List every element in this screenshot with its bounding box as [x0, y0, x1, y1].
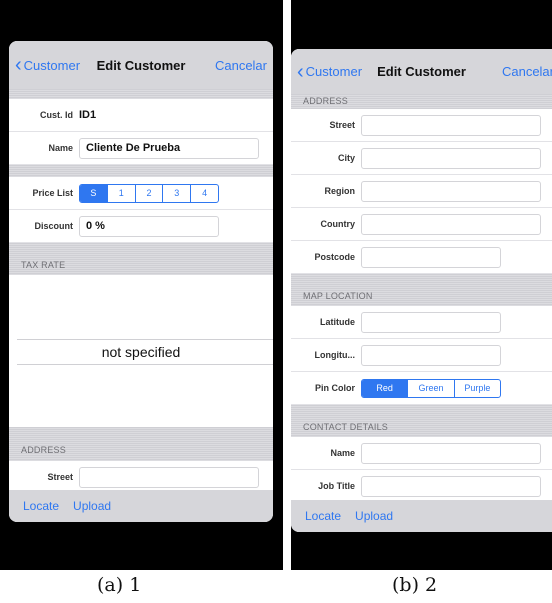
- name-label: Name: [48, 143, 73, 153]
- city-label: City: [337, 153, 355, 163]
- region-field[interactable]: [361, 180, 541, 202]
- contact-name-field[interactable]: [361, 442, 541, 464]
- chevron-left-icon: ‹: [15, 54, 22, 76]
- cust-id-label: Cust. Id: [40, 110, 73, 120]
- street-label: Street: [329, 120, 355, 130]
- postcode-label: Postcode: [314, 252, 355, 262]
- name-field[interactable]: Cliente De Prueba: [79, 137, 259, 159]
- discount-row: Discount 0 %: [9, 210, 273, 243]
- price-list-option-4[interactable]: 4: [190, 184, 218, 202]
- picker-selection-line-top: [17, 339, 273, 340]
- city-field[interactable]: [361, 147, 541, 169]
- caption-b: (b) 2: [392, 574, 438, 596]
- pin-color-option-purple[interactable]: Purple: [453, 379, 500, 397]
- cust-id-row: Cust. Id ID1: [9, 99, 273, 132]
- price-list-label: Price List: [32, 188, 73, 198]
- navigation-bar: ‹ Customer Edit Customer Cancelar: [9, 41, 273, 89]
- back-button[interactable]: ‹ Customer: [297, 62, 362, 82]
- latitude-row: Latitude: [291, 306, 552, 339]
- bottom-toolbar: Locate Upload: [9, 490, 273, 522]
- country-field[interactable]: [361, 213, 541, 235]
- contact-name-row: Name: [291, 437, 552, 470]
- navigation-bar: ‹ Customer Edit Customer Cancelar: [291, 49, 552, 94]
- upload-button[interactable]: Upload: [355, 509, 393, 523]
- name-row: Name Cliente De Prueba: [9, 132, 273, 165]
- back-button-label: Customer: [23, 57, 81, 73]
- longitude-row: Longitu...: [291, 339, 552, 372]
- chevron-left-icon: ‹: [297, 60, 304, 83]
- discount-field[interactable]: 0 %: [79, 215, 219, 237]
- price-list-row: Price List S 1 2 3 4: [9, 177, 273, 210]
- price-list-option-s[interactable]: S: [80, 184, 107, 202]
- picker-selection-line-bottom: [17, 364, 273, 365]
- region-row: Region: [291, 175, 552, 208]
- map-location-section-header: MAP LOCATION: [291, 274, 552, 306]
- phone-screenshot-2: ‹ Customer Edit Customer Cancelar ADDRES…: [291, 0, 552, 570]
- price-list-option-3[interactable]: 3: [162, 184, 190, 202]
- country-row: Country: [291, 208, 552, 241]
- phone-screenshot-1: ‹ Customer Edit Customer Cancelar Cust. …: [0, 0, 283, 570]
- street-row: Street: [291, 109, 552, 142]
- price-list-option-2[interactable]: 2: [134, 184, 163, 202]
- pin-color-row: Pin Color Red Green Purple: [291, 372, 552, 405]
- street-label: Street: [47, 472, 73, 482]
- back-button-label: Customer: [305, 64, 363, 79]
- city-row: City: [291, 142, 552, 175]
- job-title-label: Job Title: [318, 481, 355, 491]
- pin-color-segmented-control[interactable]: Red Green Purple: [361, 378, 501, 398]
- pin-color-option-red[interactable]: Red: [362, 379, 408, 397]
- price-list-segmented-control[interactable]: S 1 2 3 4: [79, 183, 219, 203]
- cust-id-value: ID1: [79, 109, 97, 121]
- contact-details-section-header: CONTACT DETAILS: [291, 405, 552, 437]
- job-title-field[interactable]: [361, 475, 541, 497]
- edit-customer-sheet: ‹ Customer Edit Customer Cancelar Cust. …: [9, 41, 273, 522]
- latitude-label: Latitude: [320, 317, 355, 327]
- discount-label: Discount: [34, 221, 73, 231]
- contact-name-label: Name: [330, 448, 355, 458]
- longitude-label: Longitu...: [314, 350, 356, 360]
- tax-rate-section-header: TAX RATE: [9, 243, 273, 275]
- bottom-toolbar: Locate Upload: [291, 500, 552, 532]
- back-button[interactable]: ‹ Customer: [15, 55, 80, 75]
- postcode-field[interactable]: [361, 246, 501, 268]
- pin-color-label: Pin Color: [315, 383, 355, 393]
- longitude-field[interactable]: [361, 344, 501, 366]
- section-spacer: [9, 89, 273, 99]
- tax-rate-picker[interactable]: not specified: [9, 275, 273, 427]
- pin-color-option-green[interactable]: Green: [407, 379, 453, 397]
- section-spacer: [9, 165, 273, 177]
- street-field[interactable]: [361, 114, 541, 136]
- latitude-field[interactable]: [361, 311, 501, 333]
- cancel-button[interactable]: Cancelar: [215, 58, 267, 73]
- country-label: Country: [320, 219, 356, 229]
- address-section-header: ADDRESS: [291, 94, 552, 109]
- street-field[interactable]: [79, 466, 259, 488]
- caption-a: (a) 1: [97, 574, 142, 596]
- locate-button[interactable]: Locate: [23, 499, 59, 513]
- region-label: Region: [324, 186, 356, 196]
- address-section-header: ADDRESS: [9, 427, 273, 461]
- edit-customer-sheet: ‹ Customer Edit Customer Cancelar ADDRES…: [291, 49, 552, 532]
- job-title-row: Job Title: [291, 470, 552, 503]
- postcode-row: Postcode: [291, 241, 552, 274]
- upload-button[interactable]: Upload: [73, 499, 111, 513]
- locate-button[interactable]: Locate: [305, 509, 341, 523]
- tax-rate-picker-value: not specified: [101, 344, 181, 360]
- price-list-option-1[interactable]: 1: [106, 184, 135, 202]
- cancel-button[interactable]: Cancelar: [502, 64, 552, 79]
